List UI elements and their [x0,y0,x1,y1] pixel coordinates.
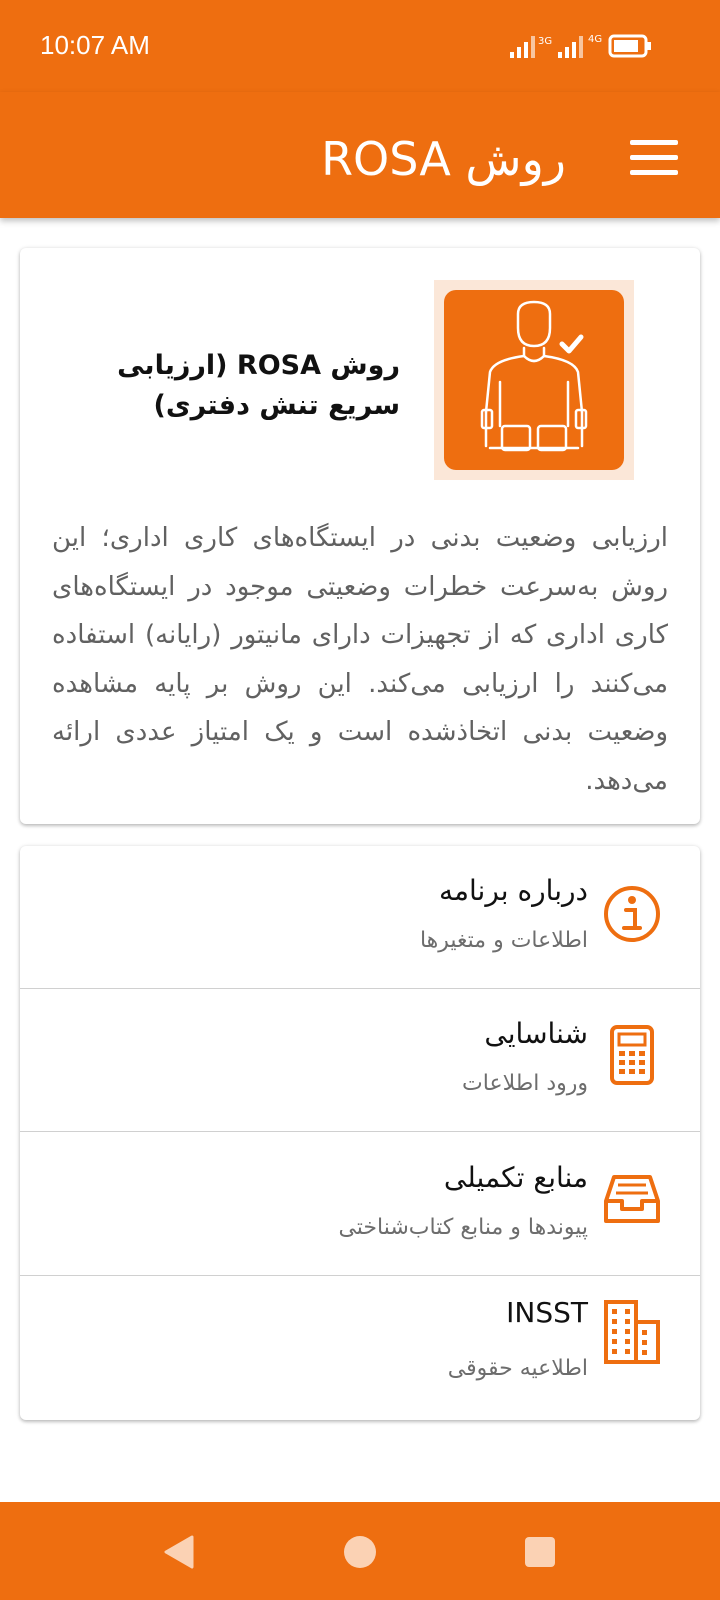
method-description: ارزیابی وضعیت بدنی در ایستگاه‌های کاری ا… [52,523,668,796]
menu-item-insst[interactable]: INSST اطلاعیه حقوقی [20,1276,700,1418]
menu-item-subtitle: اطلاعیه حقوقی [447,1356,588,1381]
svg-text:4G: 4G [588,34,602,45]
calculator-icon [610,1025,654,1085]
menu-item-subtitle: پیوندها و منابع کتاب‌شناختی [338,1215,588,1240]
back-triangle-icon[interactable] [162,1534,198,1570]
system-nav-bar [0,1502,720,1600]
menu-item-identification[interactable]: شناسایی ورود اطلاعات [20,989,700,1132]
hamburger-menu-icon[interactable] [630,140,678,176]
home-circle-icon[interactable] [342,1534,378,1570]
status-bar: 10:07 AM 3G 4G [0,0,720,92]
menu-item-title: درباره برنامه [439,874,588,907]
svg-text:3G: 3G [538,36,552,47]
menu-card: درباره برنامه اطلاعات و متغیرها شناسایی … [20,846,700,1420]
inbox-tray-icon [604,1175,660,1223]
recents-square-icon[interactable] [522,1534,558,1570]
seated-worker-check-icon [434,280,634,480]
building-icon [604,1300,660,1364]
method-title: روش ROSA (ارزیابی سریع تنش دفتری) [117,350,400,421]
menu-item-title: منابع تکمیلی [443,1161,588,1194]
menu-item-subtitle: ورود اطلاعات [462,1071,588,1096]
menu-item-resources[interactable]: منابع تکمیلی پیوندها و منابع کتاب‌شناختی [20,1133,700,1276]
page-title: روش ROSA [321,132,566,186]
status-time: 10:07 AM [40,30,150,60]
menu-item-about[interactable]: درباره برنامه اطلاعات و متغیرها [20,846,700,989]
menu-item-subtitle: اطلاعات و متغیرها [419,928,588,953]
menu-item-title: INSST [506,1296,588,1329]
menu-item-title: شناسایی [484,1017,588,1050]
info-icon [604,886,660,942]
info-card: روش ROSA (ارزیابی سریع تنش دفتری) ارزیاب… [20,248,700,824]
app-bar: روش ROSA [0,92,720,218]
signal-battery-icons: 3G 4G [510,34,651,58]
